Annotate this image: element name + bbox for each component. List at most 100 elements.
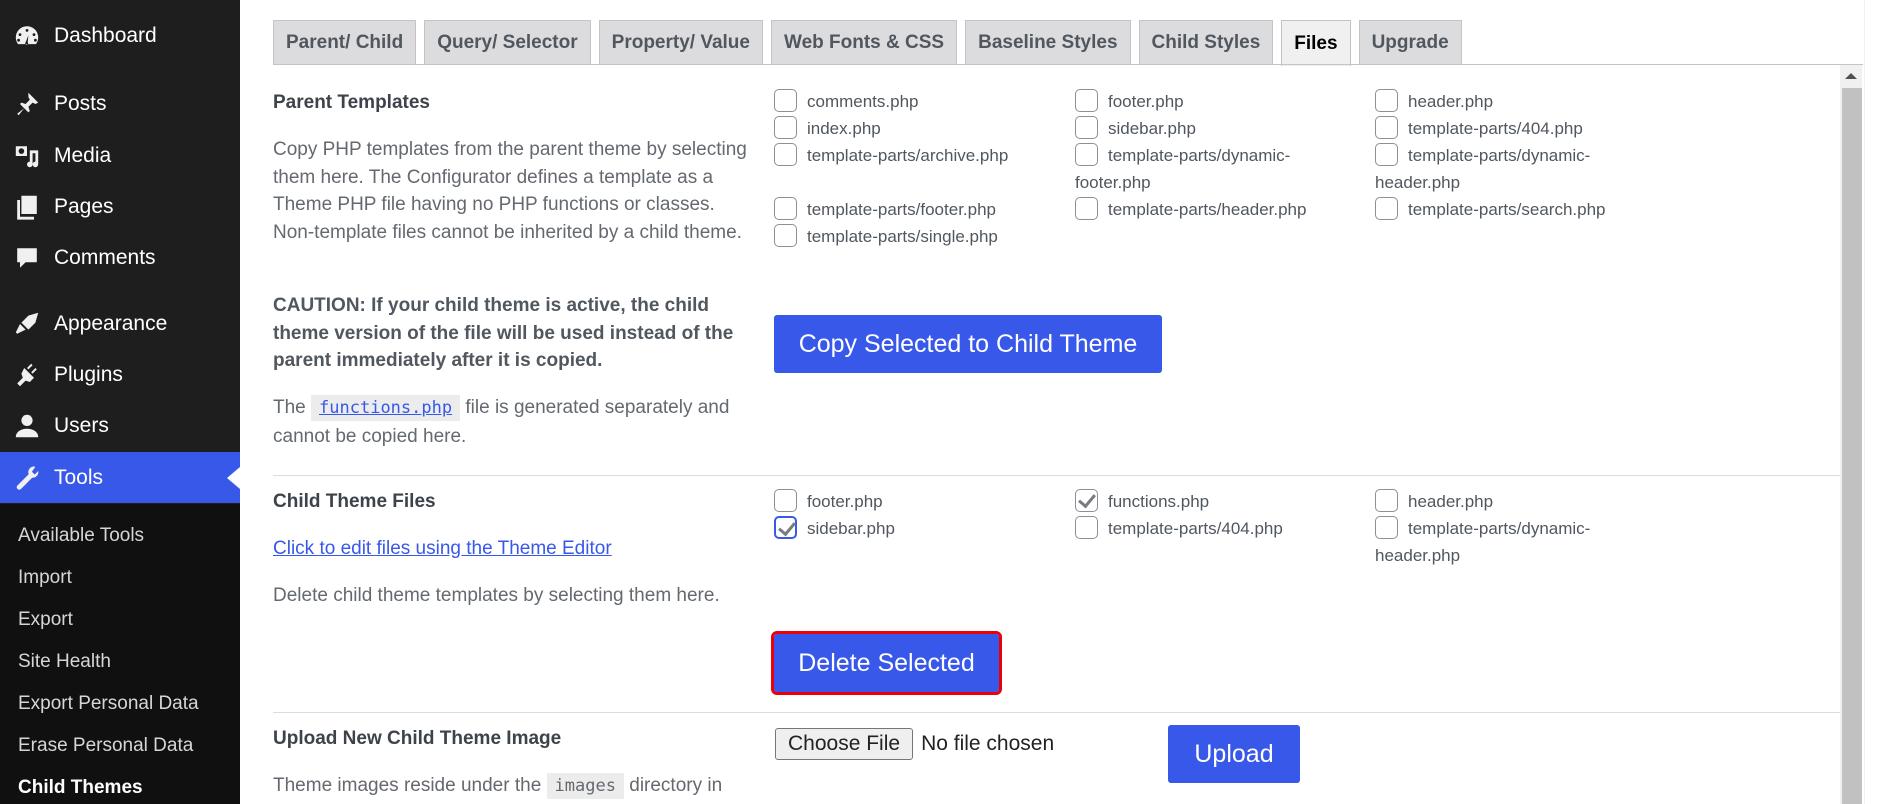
child-file-item[interactable]: template-parts/404.php — [1075, 515, 1315, 542]
plugin-icon — [12, 360, 42, 390]
tab-query-selector[interactable]: Query/ Selector — [424, 20, 591, 65]
checkbox[interactable] — [1375, 489, 1398, 512]
parent-file-item[interactable]: template-parts/header.php — [1075, 196, 1315, 223]
checkbox[interactable] — [1375, 197, 1398, 220]
submenu-site-health[interactable]: Site Health — [18, 651, 111, 673]
file-name: template-parts/404.php — [1408, 119, 1583, 138]
parent-file-item[interactable]: header.php — [1375, 88, 1615, 115]
tab-upgrade[interactable]: Upgrade — [1358, 20, 1462, 65]
checkbox-checked[interactable] — [1075, 489, 1098, 512]
tab-files[interactable]: Files — [1281, 20, 1351, 66]
parent-file-item[interactable]: template-parts/archive.php — [774, 142, 1064, 169]
pages-icon — [12, 192, 42, 222]
checkbox[interactable] — [1075, 143, 1098, 166]
pushpin-icon — [12, 89, 42, 119]
file-name: template-parts/dynamic-header.php — [1375, 146, 1591, 192]
checkbox[interactable] — [1375, 516, 1398, 539]
upload-image-description: Theme images reside under the images dir… — [273, 772, 793, 801]
menu-item-dashboard[interactable]: Dashboard — [0, 10, 240, 61]
parent-file-item[interactable]: template-parts/search.php — [1375, 196, 1615, 223]
copy-selected-button[interactable]: Copy Selected to Child Theme — [774, 315, 1162, 373]
choose-file-button[interactable]: Choose File — [775, 728, 914, 760]
file-name: template-parts/dynamic-header.php — [1375, 519, 1591, 565]
child-files-description: Delete child theme templates by selectin… — [273, 585, 720, 606]
checkbox[interactable] — [774, 143, 797, 166]
child-file-item[interactable]: functions.php — [1075, 488, 1315, 515]
menu-item-tools[interactable]: Tools — [0, 452, 240, 503]
parent-file-item[interactable]: sidebar.php — [1075, 115, 1315, 142]
file-name: template-parts/search.php — [1408, 200, 1606, 219]
dashboard-icon — [12, 21, 42, 51]
checkbox[interactable] — [1075, 89, 1098, 112]
submenu-export-personal-data[interactable]: Export Personal Data — [18, 693, 199, 715]
checkbox-checked[interactable] — [774, 516, 797, 539]
tab-parent-child[interactable]: Parent/ Child — [273, 20, 417, 65]
functions-note: The functions.php file is generated sepa… — [273, 394, 748, 450]
checkbox[interactable] — [774, 489, 797, 512]
file-name: template-parts/archive.php — [807, 146, 1009, 165]
parent-file-item[interactable]: comments.php — [774, 88, 1064, 115]
file-name: comments.php — [807, 92, 919, 111]
upload-button[interactable]: Upload — [1168, 725, 1300, 783]
desc-prefix: Theme images reside under the — [273, 775, 542, 796]
checkbox[interactable] — [774, 89, 797, 112]
parent-file-item[interactable]: template-parts/dynamic-header.php — [1375, 142, 1615, 196]
parent-file-item[interactable]: template-parts/single.php — [774, 223, 1064, 250]
parent-file-item[interactable]: template-parts/dynamic-footer.php — [1075, 142, 1315, 196]
menu-item-media[interactable]: Media — [0, 130, 240, 181]
user-icon — [12, 411, 42, 441]
menu-item-comments[interactable]: Comments — [0, 232, 240, 283]
child-files-col1: footer.php sidebar.php — [774, 488, 1064, 542]
theme-editor-link[interactable]: Click to edit files using the Theme Edit… — [273, 538, 612, 559]
menu-item-plugins[interactable]: Plugins — [0, 349, 240, 400]
parent-file-item[interactable]: footer.php — [1075, 88, 1315, 115]
checkbox[interactable] — [1375, 89, 1398, 112]
submenu-child-themes[interactable]: Child Themes — [18, 777, 143, 799]
parent-file-item[interactable]: template-parts/404.php — [1375, 115, 1615, 142]
submenu-import[interactable]: Import — [18, 567, 72, 589]
menu-item-users[interactable]: Users — [0, 400, 240, 451]
functions-php-link[interactable]: functions.php — [319, 398, 452, 418]
file-input[interactable]: Choose File No file chosen — [775, 728, 1054, 760]
menu-label: Plugins — [54, 362, 123, 386]
child-file-item[interactable]: footer.php — [774, 488, 1064, 515]
checkbox[interactable] — [1375, 143, 1398, 166]
note-prefix: The — [273, 397, 306, 418]
file-name: template-parts/dynamic-footer.php — [1075, 146, 1291, 192]
checkbox[interactable] — [1075, 197, 1098, 220]
no-file-text: No file chosen — [921, 732, 1055, 755]
child-file-item[interactable]: header.php — [1375, 488, 1615, 515]
parent-file-item[interactable]: index.php — [774, 115, 1064, 142]
tab-property-value[interactable]: Property/ Value — [598, 20, 763, 65]
submenu-export[interactable]: Export — [18, 609, 73, 631]
menu-item-appearance[interactable]: Appearance — [0, 298, 240, 349]
menu-item-pages[interactable]: Pages — [0, 181, 240, 232]
child-file-item[interactable]: sidebar.php — [774, 515, 1064, 542]
comment-icon — [12, 243, 42, 273]
checkbox[interactable] — [774, 116, 797, 139]
tab-baseline-styles[interactable]: Baseline Styles — [965, 20, 1131, 65]
tab-child-styles[interactable]: Child Styles — [1138, 20, 1274, 65]
submenu-available-tools[interactable]: Available Tools — [18, 525, 144, 547]
upload-image-title: Upload New Child Theme Image — [273, 728, 562, 749]
file-name: functions.php — [1108, 492, 1210, 511]
file-name: sidebar.php — [1108, 119, 1196, 138]
checkbox[interactable] — [774, 224, 797, 247]
scroll-up-arrow-icon[interactable] — [1840, 65, 1862, 87]
file-name: footer.php — [807, 492, 883, 511]
checkbox[interactable] — [1075, 116, 1098, 139]
section-divider — [273, 475, 1840, 476]
delete-selected-button[interactable]: Delete Selected — [771, 631, 1002, 695]
desc-suffix: directory in — [629, 775, 723, 796]
child-file-item[interactable]: template-parts/dynamic-header.php — [1375, 515, 1615, 569]
checkbox[interactable] — [1075, 516, 1098, 539]
parent-templates-title: Parent Templates — [273, 92, 430, 113]
parent-file-item[interactable]: template-parts/footer.php — [774, 196, 1064, 223]
checkbox[interactable] — [774, 197, 797, 220]
tab-web-fonts-css[interactable]: Web Fonts & CSS — [770, 20, 958, 65]
submenu-erase-personal-data[interactable]: Erase Personal Data — [18, 735, 193, 757]
menu-item-posts[interactable]: Posts — [0, 78, 240, 129]
menu-label: Pages — [54, 194, 114, 218]
checkbox[interactable] — [1375, 116, 1398, 139]
scrollbar-thumb[interactable] — [1842, 88, 1862, 804]
